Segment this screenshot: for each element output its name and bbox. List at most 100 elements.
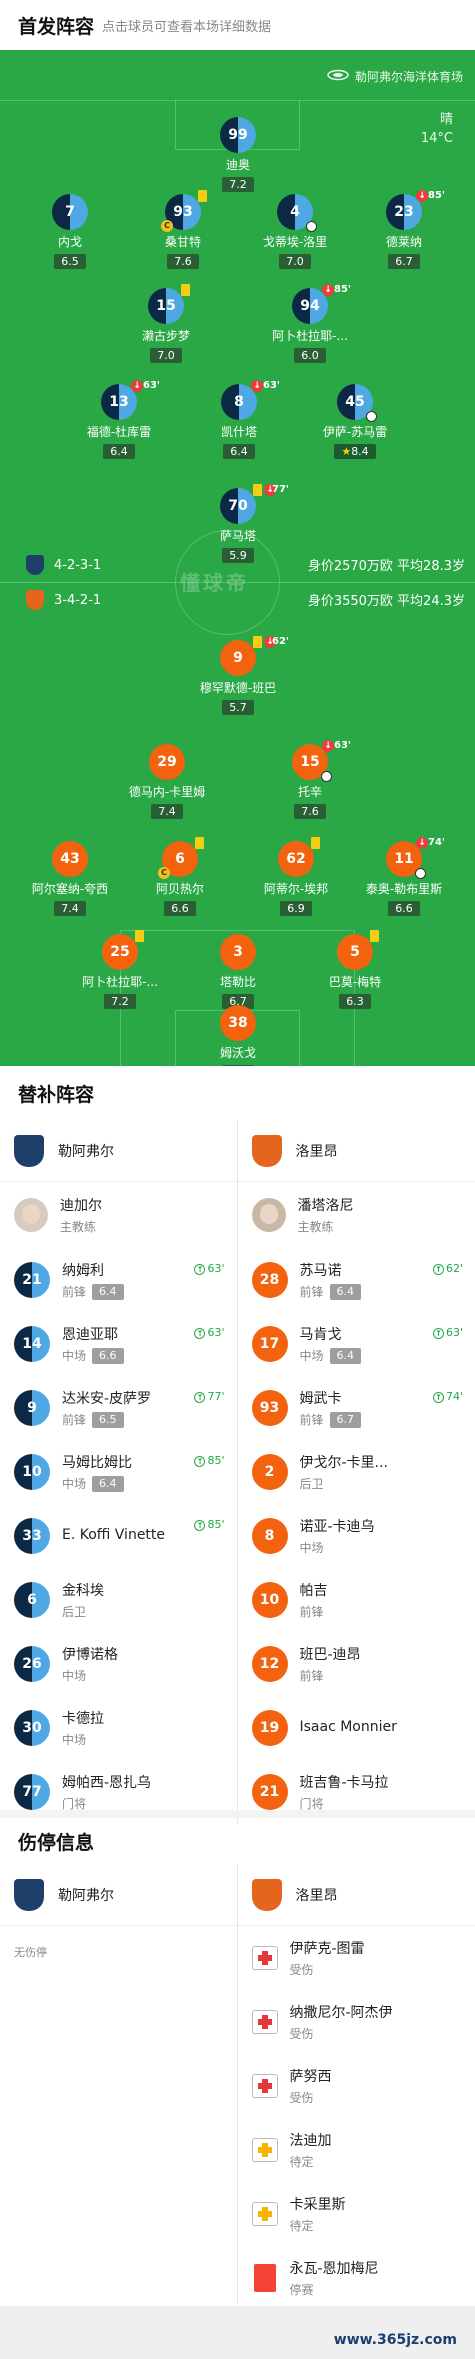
pitch-player[interactable]: 38姆沃戈6.5 (163, 1005, 313, 1066)
subs-home-team[interactable]: 勒阿弗尔 (0, 1120, 237, 1182)
injury-status: 受伤 (289, 2091, 314, 2105)
sub-player[interactable]: 26 伊博诺格 中场 (0, 1632, 237, 1696)
pitch-player[interactable]: 29 德马内-卡里姆 7.4 (92, 744, 242, 819)
player-jersey: 43 (52, 841, 88, 877)
player-name: 卡采里斯 (289, 2197, 346, 2213)
player-jersey: 5 (337, 930, 379, 970)
player-jersey: 9 ↓ 62' (220, 636, 289, 676)
away-crest-icon (251, 1134, 282, 1167)
rating-value: 6.6 (171, 902, 189, 915)
minute-value: 74' (445, 1390, 463, 1403)
player-number: 23 (394, 204, 414, 220)
player-name: 伊萨-苏马雷 (322, 425, 388, 439)
player-name: 永瓦-恩加梅尼 (289, 2261, 379, 2277)
captain-icon: C (158, 867, 170, 879)
player-rating: 7.0 (279, 254, 311, 269)
sub-on-icon: ↑ (194, 1519, 206, 1531)
sub-player[interactable]: 21 纳姆利 前锋 6.4 ↑ 63' (0, 1248, 237, 1312)
player-name: 姆武卡 (299, 1391, 342, 1407)
pitch-player[interactable]: 15 濑古步梦 7.0 (91, 284, 241, 363)
pitch-player[interactable]: 11 ↓ 74' 泰奥-勒布里斯 6.6 (329, 837, 475, 916)
pitch-player[interactable]: 99 迪奥 7.2 (163, 117, 313, 192)
pitch-player[interactable]: 9 ↓ 62' 穆罕默德-班巴 5.7 (163, 636, 313, 715)
minute-value: 63' (445, 1326, 463, 1339)
sub-minute: 63' (143, 380, 160, 391)
player-number: 38 (228, 1015, 248, 1031)
rating-value: 7.0 (286, 255, 304, 268)
subs-title: 替补阵容 (18, 1083, 95, 1106)
player-name: 金科埃 (62, 1583, 104, 1599)
subs-away-team[interactable]: 洛里昂 (237, 1120, 475, 1182)
sub-player[interactable]: 30 卡德拉 中场 (0, 1696, 237, 1760)
pitch-player[interactable]: 15 ↓ 63' 托辛 7.6 (235, 740, 385, 819)
sub-player[interactable]: 12 班巴-迪昂 前锋 (238, 1632, 475, 1696)
home-coach[interactable]: 迪加尔 主教练 (0, 1182, 237, 1248)
rating-value: 7.2 (229, 178, 247, 191)
sub-player[interactable]: 33 E. Koffi Vinette ↑ 85' (0, 1504, 237, 1568)
pitch-player[interactable]: 23 ↓ 85' 德莱纳 6.7 (329, 190, 475, 269)
weather-temp: 14°C (420, 131, 453, 146)
sub-off-icon: ↓ (251, 380, 263, 392)
player-number: 3 (233, 944, 243, 960)
away-coach[interactable]: 潘塔洛尼 主教练 (238, 1182, 475, 1248)
rating-value: 6.0 (301, 349, 319, 362)
sub-player[interactable]: 6 金科埃 后卫 (0, 1568, 237, 1632)
player-position: 中场 (299, 1541, 324, 1555)
injury-away-team[interactable]: 洛里昂 (237, 1864, 475, 1926)
sub-player[interactable]: 93 姆武卡 前锋 6.7 ↑ 74' (238, 1376, 475, 1440)
injury-columns: 勒阿弗尔 无伤停 洛里昂 伊萨克-图雷 受伤 纳撒尼尔-阿杰伊 受伤 萨努西 受伤 法迪加待… (0, 1864, 475, 2310)
player-number: 4 (290, 204, 300, 220)
sub-on-minute: ↑ 77' (194, 1390, 225, 1403)
rating-value: 7.6 (174, 255, 192, 268)
player-position: 中场 (62, 1349, 87, 1363)
sub-player[interactable]: 10 帕吉 前锋 (238, 1568, 475, 1632)
player-rating: 6.0 (294, 348, 326, 363)
sub-player[interactable]: 17 马肯戈 中场 6.4 ↑ 63' (238, 1312, 475, 1376)
pitch-player[interactable]: 70 ↓ 77' 萨马塔 5.9 (163, 484, 313, 563)
pitch-player[interactable]: 5 巴莫-梅特 6.3 (280, 930, 430, 1009)
sub-player[interactable]: 10 马姆比姆比 中场 6.4 ↑ 85' (0, 1440, 237, 1504)
sub-player[interactable]: 19 Isaac Monnier (238, 1696, 475, 1760)
pitch-player[interactable]: 45 伊萨-苏马雷 ★8.4 (280, 384, 430, 459)
minute-value: 62' (445, 1262, 463, 1275)
injured-player[interactable]: 永瓦-恩加梅尼 停赛 (238, 2246, 475, 2310)
subs-columns: 勒阿弗尔 迪加尔 主教练 21 纳姆利 前锋 6.4 ↑ 63' 14 恩迪亚耶 中场 6.6 ↑ 6… (0, 1120, 475, 1824)
player-name: 班吉鲁-卡马拉 (299, 1775, 389, 1791)
injured-player[interactable]: 卡采里斯 待定 (238, 2182, 475, 2246)
player-number: 10 (259, 1592, 280, 1608)
injured-player[interactable]: 法迪加 待定 (238, 2118, 475, 2182)
injury-status: 受伤 (289, 1963, 314, 1977)
sub-on-icon: ↑ (194, 1327, 206, 1339)
player-jersey: 14 (14, 1326, 50, 1362)
player-position: 前锋 (299, 1413, 324, 1427)
injured-player[interactable]: 纳撒尼尔-阿杰伊 受伤 (238, 1990, 475, 2054)
injured-player[interactable]: 伊萨克-图雷 受伤 (238, 1926, 475, 1990)
coach-avatar (251, 1198, 286, 1232)
player-jersey: 15 (148, 284, 190, 324)
player-position: 中场 (62, 1733, 87, 1747)
sub-player[interactable]: 2 伊戈尔-卡里... 后卫 (238, 1440, 475, 1504)
rating-value: 5.7 (229, 701, 247, 714)
player-jersey: 28 (251, 1262, 288, 1298)
player-rating: 6.5 (92, 1411, 124, 1428)
injury-home-team[interactable]: 勒阿弗尔 (0, 1864, 237, 1926)
player-name: 卡德拉 (62, 1711, 104, 1727)
no-injury-text: 无伤停 (14, 1946, 47, 1959)
sub-player[interactable]: 14 恩迪亚耶 中场 6.6 ↑ 63' (0, 1312, 237, 1376)
injured-player[interactable]: 萨努西 受伤 (238, 2054, 475, 2118)
pitch-player[interactable]: 94 ↓ 85' 阿卜杜拉耶-... 6.0 (235, 284, 385, 363)
player-jersey: 23 ↓ 85' (386, 190, 445, 230)
sub-on-minute: ↑ 63' (194, 1262, 225, 1275)
sub-player[interactable]: 9 达米安-皮萨罗 前锋 6.5 ↑ 77' (0, 1376, 237, 1440)
player-jersey: 99 (220, 117, 256, 153)
player-name: E. Koffi Vinette (62, 1526, 166, 1543)
player-jersey: 45 (337, 384, 377, 422)
player-name: 德莱纳 (385, 235, 422, 249)
player-number: 6 (27, 1592, 37, 1608)
home-team-name: 勒阿弗尔 (58, 1143, 114, 1160)
sub-player[interactable]: 8 诺亚-卡迪乌 中场 (238, 1504, 475, 1568)
sub-player[interactable]: 28 苏马诺 前锋 6.4 ↑ 62' (238, 1248, 475, 1312)
player-rating: 7.6 (167, 254, 199, 269)
player-jersey: 3 (220, 934, 256, 970)
player-number: 28 (259, 1272, 280, 1288)
